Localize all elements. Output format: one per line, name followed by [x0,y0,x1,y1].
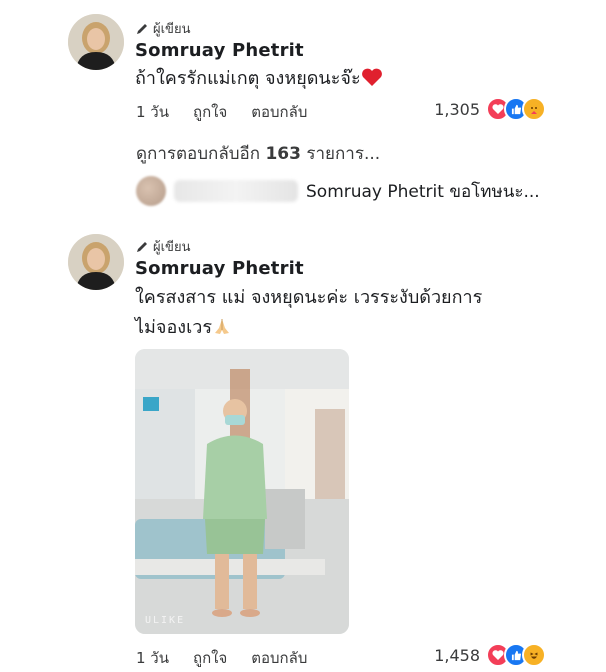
attached-photo[interactable]: ULIKE [135,349,349,634]
haha-icon [522,643,546,667]
pencil-icon [137,241,147,252]
like-button[interactable]: ถูกใจ [193,646,227,670]
reaction-count: 1,458 [434,645,480,665]
folded-hands-emoji-icon [215,319,229,334]
pencil-icon [137,23,147,34]
heart-emoji-icon [361,68,382,86]
photo-watermark: ULIKE [145,615,186,626]
comment-text: ถ้าใครรักแม่เกตุ จงหยุดนะจ๊ะ [135,64,575,94]
author-name[interactable]: Somruay Phetrit [135,258,304,279]
author-name[interactable]: Somruay Phetrit [135,40,304,61]
avatar[interactable] [68,234,124,290]
comment-actions: 1 วัน ถูกใจ ตอบกลับ [136,100,307,124]
avatar[interactable] [68,14,124,70]
timestamp[interactable]: 1 วัน [136,100,169,124]
care-icon [522,97,546,121]
view-more-replies[interactable]: ดูการตอบกลับอีก 163 รายการ... [136,140,380,167]
reaction-count: 1,305 [434,99,480,119]
like-button[interactable]: ถูกใจ [193,100,227,124]
reply-button[interactable]: ตอบกลับ [251,646,307,670]
reply-button[interactable]: ตอบกลับ [251,100,307,124]
author-badge: ผู้เขียน [135,18,190,39]
comment-text: ใครสงสาร แม่ จงหยุดนะค่ะ เวรระงับด้วยการ… [135,287,483,338]
timestamp[interactable]: 1 วัน [136,646,169,670]
blurred-avatar [136,176,166,206]
reply-preview[interactable]: Somruay Phetrit ขอโทษนะ... [136,176,540,206]
comment-actions: 1 วัน ถูกใจ ตอบกลับ [136,646,307,670]
reaction-summary[interactable]: 1,305 [434,97,546,121]
blurred-name [174,180,298,202]
author-badge: ผู้เขียน [135,236,190,257]
reaction-summary[interactable]: 1,458 [434,643,546,667]
